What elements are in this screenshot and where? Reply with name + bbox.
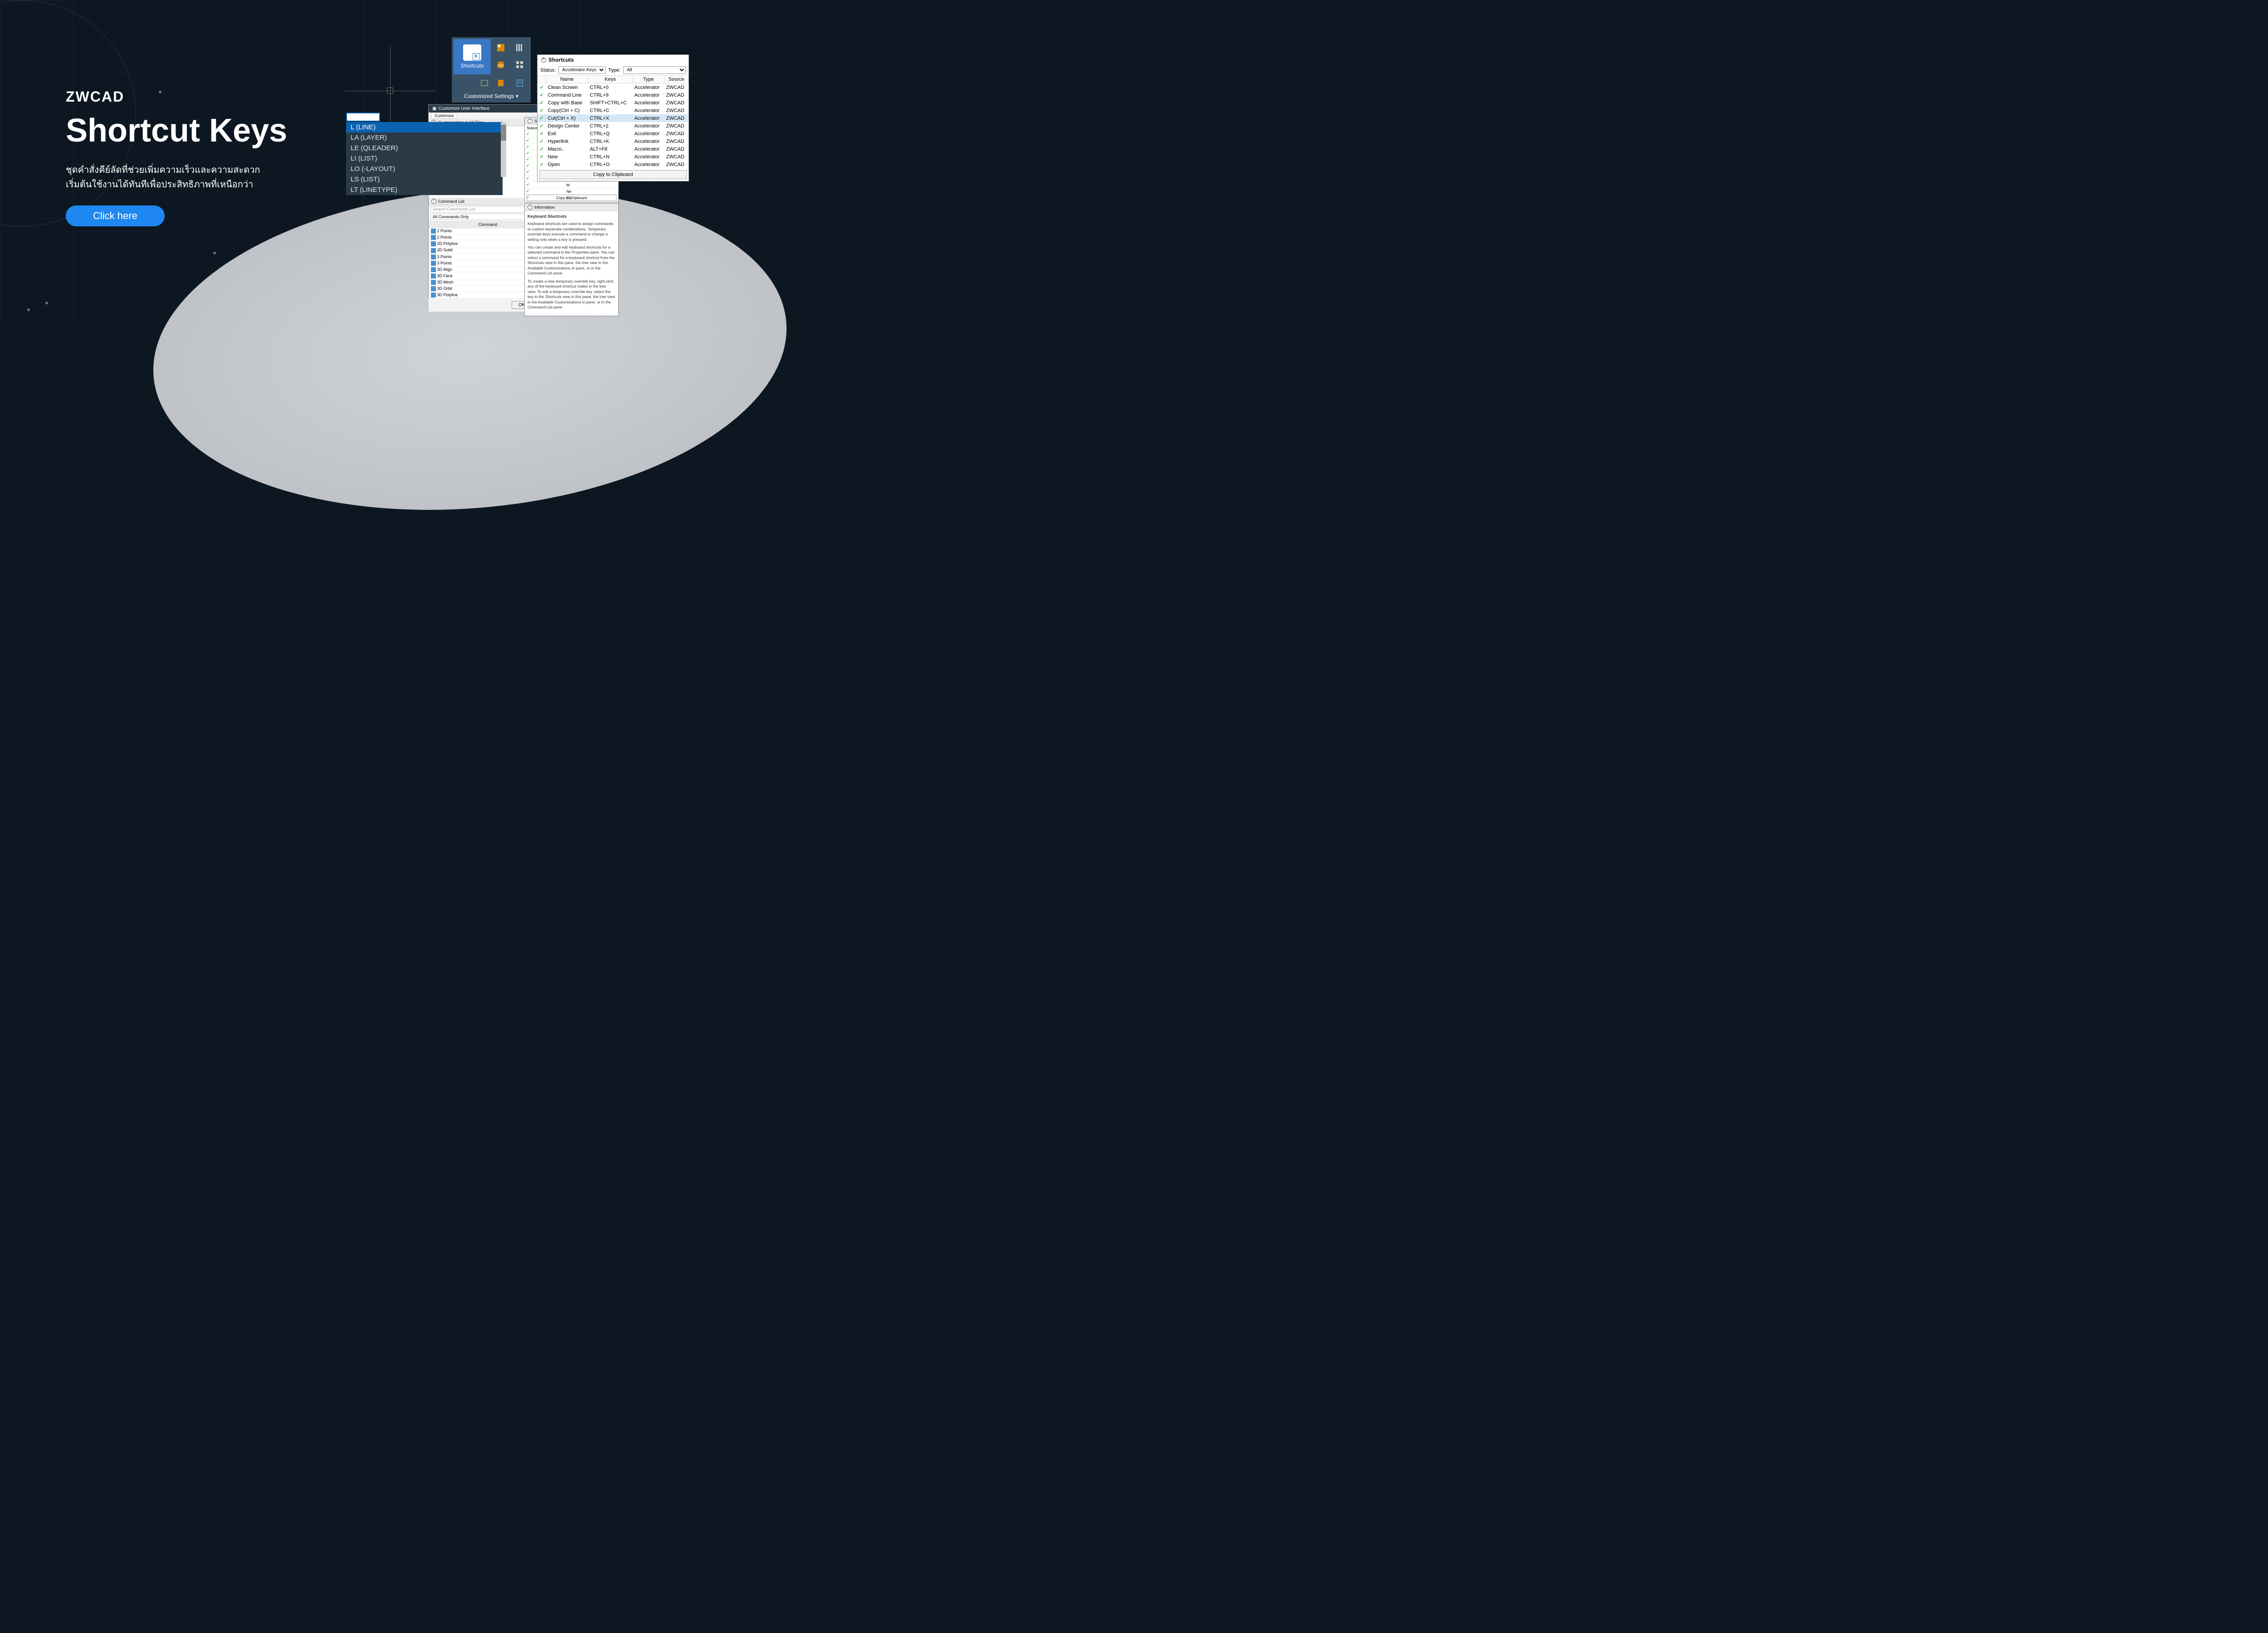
shortcut-row[interactable]: ✓NewCTRL+NAcceleratorZWCAD — [538, 153, 689, 161]
autocomplete-item[interactable]: LO (-LAYOUT) — [346, 164, 503, 174]
chevron-down-icon: ▾ — [516, 93, 518, 99]
shortcut-row[interactable]: ✓HyperlinkCTRL+KAcceleratorZWCAD — [538, 137, 689, 145]
ribbon-panel-label[interactable]: Customized Settings▾ — [454, 92, 529, 101]
info-text: To create a new temporary override key, … — [528, 279, 616, 310]
check-icon: ✓ — [538, 161, 546, 168]
info-header: Information — [534, 205, 555, 210]
ribbon-tool-7[interactable] — [511, 74, 529, 92]
information-pane: ⌃Information Keyboard Shortcuts Keyboard… — [524, 203, 619, 316]
autocomplete-list: L (LINE)LA (LAYER)LE (QLEADER)LI (LIST)L… — [346, 122, 503, 195]
autocomplete-item[interactable]: LS (LIST) — [346, 174, 503, 185]
status-select[interactable]: Accelerator Keys — [558, 66, 606, 74]
check-icon: ✓ — [538, 114, 546, 122]
shortcut-row[interactable]: ✓Design CenterCTRL+2AcceleratorZWCAD — [538, 122, 689, 130]
autocomplete-item[interactable]: LA (LAYER) — [346, 132, 503, 143]
col-source[interactable]: Source — [664, 76, 688, 83]
autocomplete-item[interactable]: LE (QLEADER) — [346, 143, 503, 153]
shortcut-row[interactable]: ✓Copy(Ctrl + C)CTRL+CAcceleratorZWCAD — [538, 107, 689, 114]
ribbon-tool-6[interactable] — [492, 74, 510, 92]
check-icon: ✓ — [538, 83, 546, 92]
shortcuts-table: Name Keys Type Source ✓Clean ScreenCTRL+… — [538, 75, 689, 168]
col-name[interactable]: Name — [546, 76, 588, 83]
info-text: You can create and edit keyboard shortcu… — [528, 245, 616, 276]
status-label: Status: — [540, 68, 556, 73]
check-icon: ✓ — [538, 91, 546, 99]
shortcuts-header: ⌃ Shortcuts — [538, 55, 689, 65]
ribbon-tool-4[interactable] — [511, 56, 529, 73]
ribbon-tool-3[interactable]: PGP — [492, 56, 510, 73]
shortcuts-window: ⌃ Shortcuts Status: Accelerator Keys Typ… — [537, 54, 689, 181]
shortcut-row[interactable]: ✓Command LineCTRL+9AcceleratorZWCAD — [538, 91, 689, 99]
dot — [213, 252, 216, 254]
shortcut-row[interactable]: ✓Clean ScreenCTRL+0AcceleratorZWCAD — [538, 83, 689, 92]
autocomplete-item[interactable]: LT (LINETYPE) — [346, 185, 503, 195]
check-icon: ✓ — [538, 153, 546, 161]
shortcut-row-stub[interactable]: ✓Ne — [525, 188, 618, 195]
ribbon-tool-5[interactable] — [454, 74, 491, 92]
main-title: Shortcut Keys — [66, 114, 287, 147]
hero-text: ZWCAD Shortcut Keys ชุดคำสั่งคีย์ลัดที่ช… — [66, 88, 287, 226]
shortcut-row[interactable]: ✓Macro..ALT+F8AcceleratorZWCAD — [538, 145, 689, 153]
check-icon: ✓ — [538, 99, 546, 107]
shortcut-row[interactable]: ✓OpenCTRL+OAcceleratorZWCAD — [538, 161, 689, 168]
col-type[interactable]: Type — [632, 76, 664, 83]
check-icon: ✓ — [538, 145, 546, 153]
cui-title: Customize User Interface — [438, 106, 489, 111]
autocomplete-item[interactable]: L (LINE) — [346, 122, 503, 132]
shortcuts-icon — [463, 44, 481, 61]
check-icon: ✓ — [538, 130, 546, 137]
info-title: Keyboard Shortcuts — [528, 214, 616, 219]
check-icon: ✓ — [538, 137, 546, 145]
shortcut-row-stub[interactable]: ✓M — [525, 182, 618, 188]
brand-title: ZWCAD — [66, 88, 287, 105]
shortcuts-label: Shortcuts — [461, 63, 484, 69]
collapse-icon[interactable]: ⌃ — [541, 58, 546, 63]
ribbon-tool-2[interactable] — [511, 39, 529, 56]
copy-clipboard-small[interactable]: Copy to Clipboard — [527, 195, 616, 201]
command-autocomplete: L (LINE)LA (LAYER)LE (QLEADER)LI (LIST)L… — [346, 112, 503, 195]
shortcut-row[interactable]: ✓Copy with BaseSHIFT+CTRL+CAcceleratorZW… — [538, 99, 689, 107]
ribbon-panel: Shortcuts PGP Customized Settings▾ — [452, 37, 531, 103]
info-text: Keyboard shortcuts are used to assign co… — [528, 221, 616, 242]
col-keys[interactable]: Keys — [588, 76, 632, 83]
cta-button[interactable]: Click here — [66, 205, 165, 226]
subtitle-line1: ชุดคำสั่งคีย์ลัดที่ช่วยเพิ่มความเร็วและค… — [66, 165, 260, 175]
dot — [27, 308, 30, 311]
type-label: Type: — [608, 68, 621, 73]
type-select[interactable]: All — [623, 66, 686, 74]
shortcut-row[interactable]: ✓Cut(Ctrl + X)CTRL+XAcceleratorZWCAD — [538, 114, 689, 122]
autocomplete-scrollbar[interactable] — [501, 122, 506, 177]
check-icon: ✓ — [538, 107, 546, 114]
svg-text:PGP: PGP — [498, 64, 504, 68]
collapse-icon: ⌃ — [431, 199, 436, 204]
check-icon: ✓ — [538, 122, 546, 130]
shortcut-row[interactable]: ✓ExitCTRL+QAcceleratorZWCAD — [538, 130, 689, 137]
autocomplete-item[interactable]: LI (LIST) — [346, 153, 503, 164]
ribbon-tool-1[interactable] — [492, 39, 510, 56]
subtitle-line2: เริ่มต้นใช้งานได้ทันทีเพื่อประสิทธิภาพที… — [66, 180, 253, 190]
app-icon: ▣ — [432, 106, 436, 111]
command-input[interactable] — [346, 112, 380, 122]
dot — [45, 302, 48, 304]
collapse-icon: ⌃ — [528, 205, 533, 210]
copy-clipboard-button[interactable]: Copy to Clipboard — [539, 170, 687, 179]
shortcuts-ribbon-button[interactable]: Shortcuts — [454, 39, 491, 74]
